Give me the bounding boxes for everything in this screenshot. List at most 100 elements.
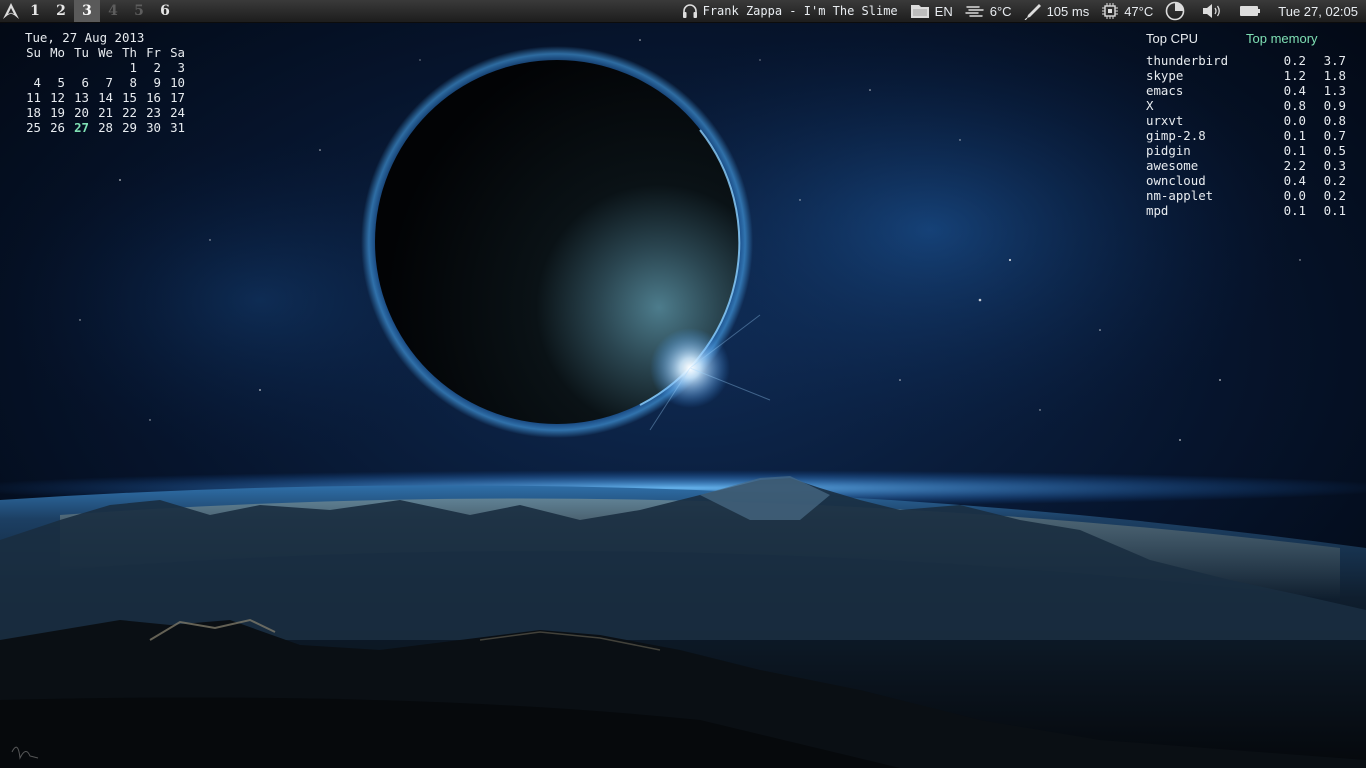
process-name: X — [1146, 98, 1154, 113]
top-panel: 1 2 3 4 5 6 Frank Zappa - I'm The Slime … — [0, 0, 1366, 23]
top-cpu-heading: Top CPU — [1146, 31, 1199, 46]
calendar-day: 12 — [50, 90, 65, 105]
process-row: mpd 0.1 0.1 — [1146, 203, 1356, 218]
keyboard-layout-label: EN — [934, 3, 953, 19]
cpu-temp-widget[interactable]: 47°C — [1101, 0, 1153, 22]
process-mem: 0.9 — [1323, 98, 1346, 113]
weekday-label: Su — [26, 45, 41, 60]
calendar-header: Tue, 27 Aug 2013 — [25, 30, 145, 45]
weekday-label: Tu — [74, 45, 89, 60]
calendar-day: 2 — [153, 60, 161, 75]
tag-1[interactable]: 1 — [22, 0, 48, 22]
calendar-day — [25, 60, 41, 75]
process-cpu: 0.0 — [1283, 188, 1306, 203]
volume-widget[interactable] — [1202, 0, 1227, 22]
clock-widget[interactable] — [1165, 0, 1190, 22]
process-mem: 0.2 — [1323, 173, 1346, 188]
process-row: skype 1.2 1.8 — [1146, 68, 1356, 83]
process-name: awesome — [1146, 158, 1199, 173]
calendar-day: 29 — [122, 120, 137, 135]
now-playing-text: Frank Zappa - I'm The Slime — [702, 4, 898, 18]
process-row: nm-applet 0.0 0.2 — [1146, 188, 1356, 203]
process-cpu: 0.2 — [1283, 53, 1306, 68]
process-cpu: 0.1 — [1283, 203, 1306, 218]
calendar-widget: Tue, 27 Aug 2013 Su Mo Tu We Th Fr Sa 1 … — [25, 30, 185, 135]
process-row: owncloud 0.4 0.2 — [1146, 173, 1356, 188]
calendar-day: 28 — [98, 120, 113, 135]
calendar-grid: Su Mo Tu We Th Fr Sa 1 2 3 4 5 6 7 8 9 1… — [25, 45, 185, 135]
process-mem: 3.7 — [1323, 53, 1346, 68]
weekday-label: Mo — [50, 45, 65, 60]
calendar-day: 13 — [74, 90, 89, 105]
week-row: 25 26 27 28 29 30 31 — [25, 120, 185, 135]
process-row: urxvt 0.0 0.8 — [1146, 113, 1356, 128]
process-mem: 0.8 — [1323, 113, 1346, 128]
week-row: 4 5 6 7 8 9 10 — [25, 75, 185, 90]
top-processes-widget: Top CPU Top memory thunderbird 0.2 3.7 skyp… — [1146, 31, 1356, 218]
music-widget[interactable]: Frank Zappa - I'm The Slime — [682, 0, 898, 22]
calendar-day — [65, 60, 89, 75]
process-list: thunderbird 0.2 3.7 skype 1.2 1.8 emacs 0.4 1.3 X… — [1146, 53, 1356, 218]
process-name: skype — [1146, 68, 1184, 83]
date-time[interactable]: Tue 27, 02:05 — [1278, 4, 1358, 19]
keyboard-layout-widget[interactable]: EN — [910, 0, 953, 22]
calendar-day: 18 — [26, 105, 41, 120]
calendar-day: 16 — [146, 90, 161, 105]
week-row: 18 19 20 21 22 23 24 — [25, 105, 185, 120]
calendar-day: 14 — [98, 90, 113, 105]
weekday-label: Fr — [146, 45, 161, 60]
weather-widget[interactable]: 6°C — [965, 0, 1012, 22]
calendar-day: 23 — [146, 105, 161, 120]
calendar-day: 21 — [98, 105, 113, 120]
ping-value: 105 ms — [1046, 3, 1090, 19]
process-mem: 0.7 — [1323, 128, 1346, 143]
arch-logo-icon[interactable] — [0, 0, 22, 22]
calendar-day — [41, 60, 65, 75]
week-row: 11 12 13 14 15 16 17 — [25, 90, 185, 105]
ping-widget[interactable]: 105 ms — [1024, 0, 1090, 22]
calendar-day: 26 — [50, 120, 65, 135]
tag-5[interactable]: 5 — [126, 0, 152, 22]
calendar-day: 15 — [122, 90, 137, 105]
process-cpu: 0.4 — [1283, 83, 1306, 98]
tag-6[interactable]: 6 — [152, 0, 178, 22]
process-cpu: 0.0 — [1283, 113, 1306, 128]
weekday-label: We — [98, 45, 113, 60]
calendar-day: 1 — [129, 60, 137, 75]
weekday-label: Th — [122, 45, 137, 60]
clock-icon — [1165, 1, 1185, 21]
calendar-day: 22 — [122, 105, 137, 120]
calendar-day: 9 — [153, 75, 161, 90]
calendar-day: 24 — [170, 105, 185, 120]
calendar-today: 27 — [74, 120, 89, 135]
process-name: urxvt — [1146, 113, 1184, 128]
calendar-day: 8 — [129, 75, 137, 90]
chip-icon — [1102, 3, 1119, 19]
week-row: 1 2 3 — [25, 60, 185, 75]
process-row: thunderbird 0.2 3.7 — [1146, 53, 1356, 68]
process-name: nm-applet — [1146, 188, 1214, 203]
tag-2[interactable]: 2 — [48, 0, 74, 22]
calendar-day: 30 — [146, 120, 161, 135]
top-headings: Top CPU Top memory — [1146, 31, 1356, 47]
calendar-day: 19 — [50, 105, 65, 120]
tag-4[interactable]: 4 — [100, 0, 126, 22]
process-row: emacs 0.4 1.3 — [1146, 83, 1356, 98]
battery-widget[interactable] — [1239, 0, 1266, 22]
tag-3[interactable]: 3 — [74, 0, 100, 22]
process-cpu: 1.2 — [1283, 68, 1306, 83]
process-mem: 0.1 — [1323, 203, 1346, 218]
process-row: pidgin 0.1 0.5 — [1146, 143, 1356, 158]
process-name: thunderbird — [1146, 53, 1229, 68]
calendar-day: 25 — [26, 120, 41, 135]
weekday-label: Sa — [170, 45, 185, 60]
pen-icon — [1024, 4, 1041, 20]
fog-icon — [965, 6, 984, 17]
process-mem: 1.8 — [1323, 68, 1346, 83]
calendar-day: 17 — [170, 90, 185, 105]
process-cpu: 0.8 — [1283, 98, 1306, 113]
cpu-temperature: 47°C — [1124, 3, 1154, 19]
weather-temperature: 6°C — [989, 3, 1012, 19]
calendar-day — [89, 60, 113, 75]
process-row: gimp-2.8 0.1 0.7 — [1146, 128, 1356, 143]
